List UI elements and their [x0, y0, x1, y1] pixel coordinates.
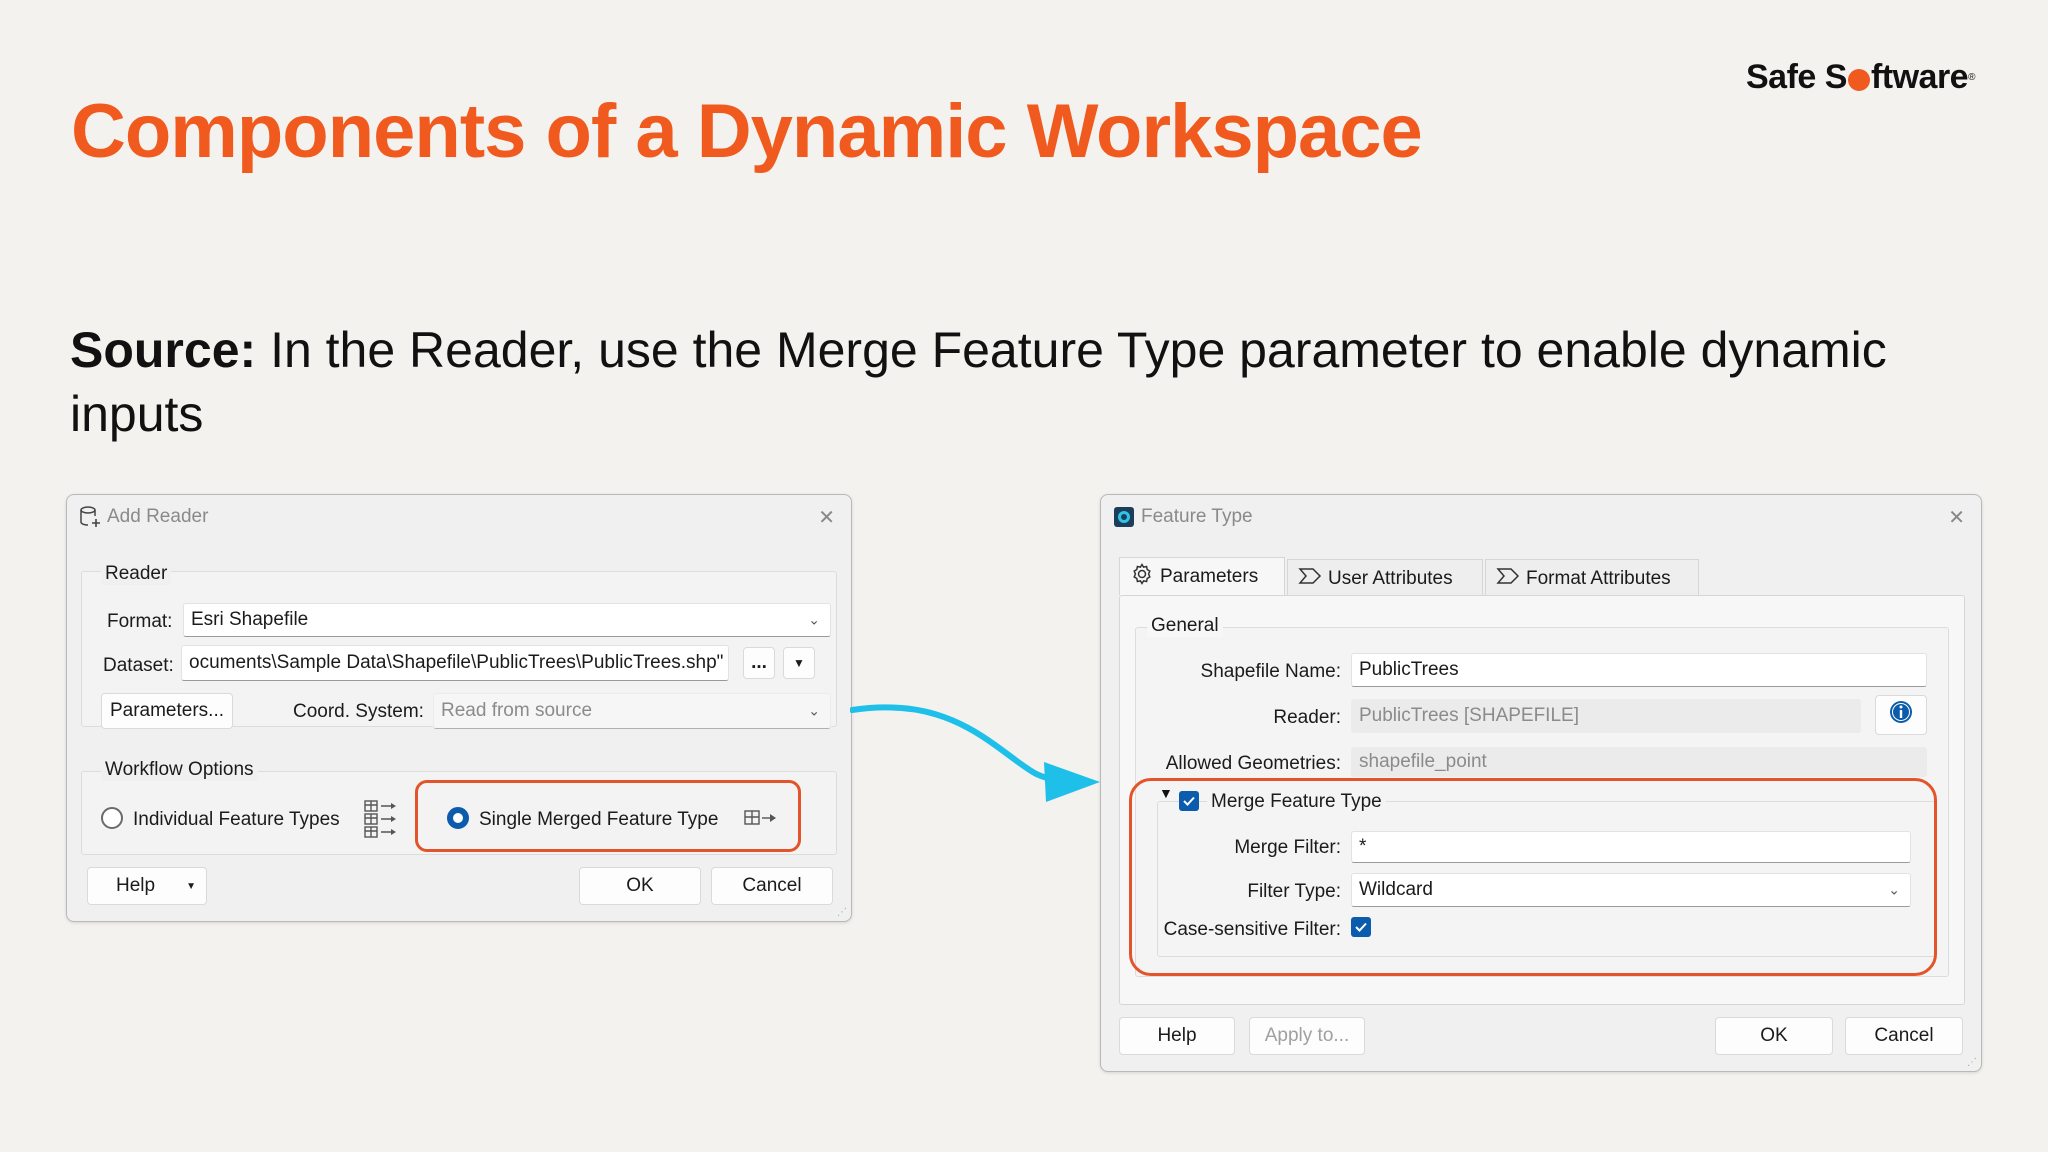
coord-system-value: Read from source	[441, 700, 593, 721]
general-group-label: General	[1147, 615, 1223, 637]
cancel-button[interactable]: Cancel	[711, 867, 833, 905]
database-add-icon	[79, 505, 101, 529]
chevron-down-icon: ⌄	[808, 702, 820, 719]
connector-arrow	[850, 704, 1100, 802]
reader-label: Reader:	[1273, 707, 1341, 728]
close-icon[interactable]: ✕	[818, 505, 835, 530]
help-button[interactable]: Help	[1119, 1017, 1235, 1055]
info-button[interactable]	[1875, 695, 1927, 735]
add-reader-dialog: Add Reader ✕ Reader Format: Esri Shapefi…	[66, 494, 852, 922]
workflow-options-label: Workflow Options	[101, 759, 258, 781]
merge-feature-type-checkbox[interactable]	[1179, 791, 1199, 811]
merge-filter-input[interactable]: *	[1351, 831, 1911, 863]
filter-type-label: Filter Type:	[1247, 881, 1341, 902]
caret-down-icon: ▼	[186, 880, 196, 892]
chevron-down-icon: ⌄	[808, 611, 820, 628]
close-icon[interactable]: ✕	[1948, 505, 1965, 530]
filter-type-select[interactable]: Wildcard ⌄	[1351, 873, 1911, 907]
gear-icon	[1130, 562, 1154, 592]
attribute-icon	[1298, 566, 1322, 592]
tab-user-attributes[interactable]: User Attributes	[1287, 559, 1483, 597]
allowed-geometries-label: Allowed Geometries:	[1165, 753, 1341, 774]
info-icon	[1889, 700, 1913, 730]
attribute-icon	[1496, 566, 1520, 592]
merged-feature-type-icon	[743, 807, 779, 835]
merge-feature-type-label: Merge Feature Type	[1207, 791, 1386, 813]
case-sensitive-filter-checkbox[interactable]	[1351, 917, 1371, 937]
individual-feature-types-radio[interactable]	[101, 807, 123, 829]
shapefile-name-input[interactable]: PublicTrees	[1351, 653, 1927, 687]
caret-down-icon: ▼	[793, 656, 805, 670]
reader-field: PublicTrees [SHAPEFILE]	[1351, 699, 1861, 733]
ok-button[interactable]: OK	[579, 867, 701, 905]
slide-subtitle: Source: In the Reader, use the Merge Fea…	[70, 318, 1970, 446]
slide-title: Components of a Dynamic Workspace	[71, 89, 1423, 174]
shapefile-name-label: Shapefile Name:	[1200, 661, 1341, 682]
merge-filter-label: Merge Filter:	[1234, 837, 1341, 858]
logo-text-start: Safe S	[1746, 58, 1847, 96]
format-value: Esri Shapefile	[191, 609, 309, 630]
allowed-geometries-field: shapefile_point	[1351, 747, 1927, 777]
dialog-title: Add Reader	[107, 506, 209, 527]
collapse-triangle-icon[interactable]: ▼	[1159, 785, 1173, 801]
individual-feature-types-icon	[363, 799, 399, 845]
resize-grip-icon[interactable]: ⋰	[837, 907, 847, 918]
feature-type-icon	[1113, 506, 1135, 528]
help-button[interactable]: Help ▼	[87, 867, 207, 905]
logo-dot-icon	[1847, 68, 1870, 91]
ok-button[interactable]: OK	[1715, 1017, 1833, 1055]
case-sensitive-filter-label: Case-sensitive Filter:	[1163, 919, 1341, 940]
single-merged-feature-type-radio[interactable]	[447, 807, 469, 829]
cancel-button[interactable]: Cancel	[1845, 1017, 1963, 1055]
feature-type-titlebar: Feature Type ✕	[1101, 495, 1981, 539]
subtitle-bold: Source:	[70, 322, 257, 378]
chevron-down-icon: ⌄	[1888, 881, 1900, 898]
single-merged-feature-type-label[interactable]: Single Merged Feature Type	[479, 809, 718, 831]
parameters-button[interactable]: Parameters...	[101, 693, 233, 729]
dataset-input[interactable]: ocuments\Sample Data\Shapefile\PublicTre…	[181, 645, 729, 681]
add-reader-titlebar: Add Reader ✕	[67, 495, 851, 539]
coord-system-select[interactable]: Read from source ⌄	[433, 693, 831, 729]
dataset-label: Dataset:	[103, 655, 174, 676]
format-select[interactable]: Esri Shapefile ⌄	[183, 603, 831, 637]
dataset-dropdown-button[interactable]: ▼	[783, 647, 815, 679]
logo-text-end: ftware	[1870, 58, 1969, 96]
feature-type-dialog: Feature Type ✕ Parameters User Attribute…	[1100, 494, 1982, 1072]
tab-parameters[interactable]: Parameters	[1119, 557, 1285, 595]
individual-feature-types-label[interactable]: Individual Feature Types	[133, 809, 340, 831]
format-label: Format:	[107, 611, 173, 632]
safe-software-logo: Safe Sftware ®	[1746, 58, 1975, 96]
tab-format-attributes[interactable]: Format Attributes	[1485, 559, 1699, 597]
resize-grip-icon[interactable]: ⋰	[1967, 1057, 1977, 1068]
dataset-value: ocuments\Sample Data\Shapefile\PublicTre…	[189, 652, 724, 673]
apply-to-button[interactable]: Apply to...	[1249, 1017, 1365, 1055]
subtitle-text: In the Reader, use the Merge Feature Typ…	[70, 322, 1887, 442]
dialog-title: Feature Type	[1141, 506, 1253, 527]
browse-button[interactable]: ...	[743, 647, 775, 679]
coord-system-label: Coord. System:	[293, 701, 424, 722]
reader-group-label: Reader	[101, 563, 172, 585]
